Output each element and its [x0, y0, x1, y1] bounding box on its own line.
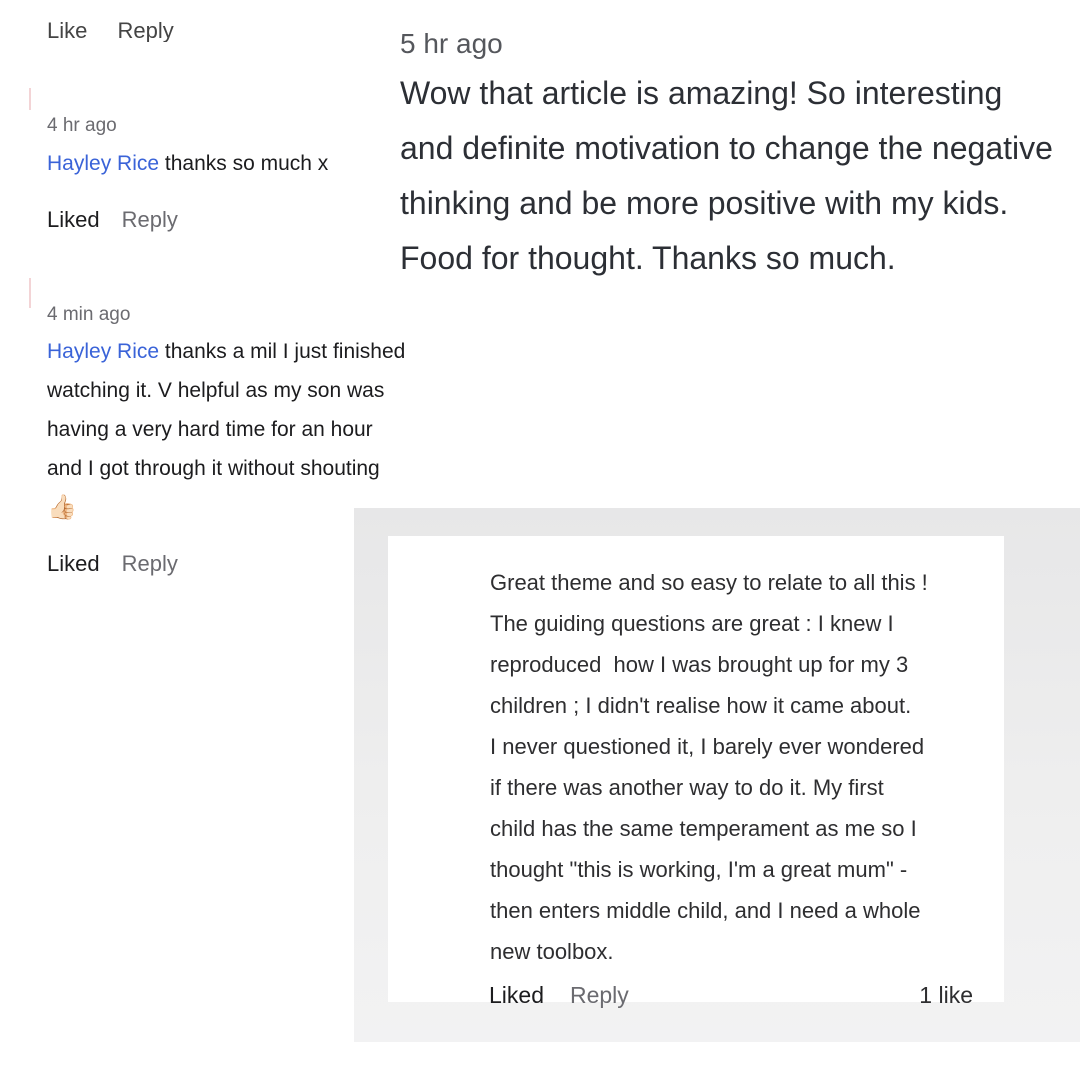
comment-actions: Liked Reply: [47, 551, 200, 577]
comment-body: Hayley Rice thanks so much x: [47, 144, 427, 183]
liked-button[interactable]: Liked: [489, 982, 544, 1008]
comment-actions: Liked Reply: [47, 207, 200, 233]
comment-time: 4 min ago: [47, 304, 131, 325]
comment-body: Great theme and so easy to relate to all…: [490, 562, 990, 972]
comment-text-line: having a very hard time for an hour: [47, 418, 373, 441]
comment-screenshot: Great theme and so easy to relate to all…: [354, 508, 1080, 1042]
reply-button[interactable]: Reply: [570, 982, 629, 1008]
comment-text-line: thanks a mil I just finished: [159, 340, 406, 363]
reply-button[interactable]: Reply: [117, 18, 173, 42]
comment-time: 5 hr ago: [400, 28, 503, 59]
comment-text-line: children ; I didn't realise how it came …: [490, 693, 912, 718]
like-count[interactable]: 1 like: [919, 982, 973, 1009]
comment-text-line: reproduced how I was brought up for my 3: [490, 652, 909, 677]
liked-button[interactable]: Liked: [47, 551, 100, 576]
mention-link[interactable]: Hayley Rice: [47, 340, 159, 363]
comment-body: Wow that article is amazing! So interest…: [400, 75, 1053, 276]
comment-text-line: if there was another way to do it. My fi…: [490, 775, 884, 800]
comment-text-line: thought "this is working, I'm a great mu…: [490, 857, 908, 882]
comment-card: Great theme and so easy to relate to all…: [388, 536, 1004, 1008]
reply-button[interactable]: Reply: [122, 551, 178, 576]
comment-text-line: new toolbox.: [490, 939, 614, 964]
comment-text-line: watching it. V helpful as my son was: [47, 379, 385, 402]
comment-time: 4 hr ago: [47, 115, 117, 136]
comment-indent-bar: [29, 88, 31, 110]
blurred-author-name: [47, 84, 54, 110]
comment-text-line: and I got through it without shouting: [47, 457, 380, 480]
comment-text-line: The guiding questions are great : I knew…: [490, 611, 894, 636]
comment-text-line: then enters middle child, and I need a w…: [490, 898, 921, 923]
like-button[interactable]: Like: [47, 18, 87, 42]
comment-text-line: I never questioned it, I barely ever won…: [490, 734, 925, 759]
comment-text-line: Great theme and so easy to relate to all…: [490, 570, 928, 595]
comment-indent-bar: [29, 278, 31, 308]
cropped-action-row: Like Reply: [47, 18, 198, 42]
liked-button[interactable]: Liked: [47, 207, 100, 232]
highlighted-comment: 5 hr ago Wow that article is amazing! So…: [400, 28, 1060, 286]
mention-link[interactable]: Hayley Rice: [47, 152, 159, 175]
comment-actions: Liked Reply 1 like: [489, 982, 973, 1009]
comment-text: thanks so much x: [159, 152, 329, 175]
comment-body: Hayley Rice thanks a mil I just finished…: [47, 332, 447, 527]
comment-text-line: child has the same temperament as me so …: [490, 816, 917, 841]
reply-button[interactable]: Reply: [122, 207, 178, 232]
